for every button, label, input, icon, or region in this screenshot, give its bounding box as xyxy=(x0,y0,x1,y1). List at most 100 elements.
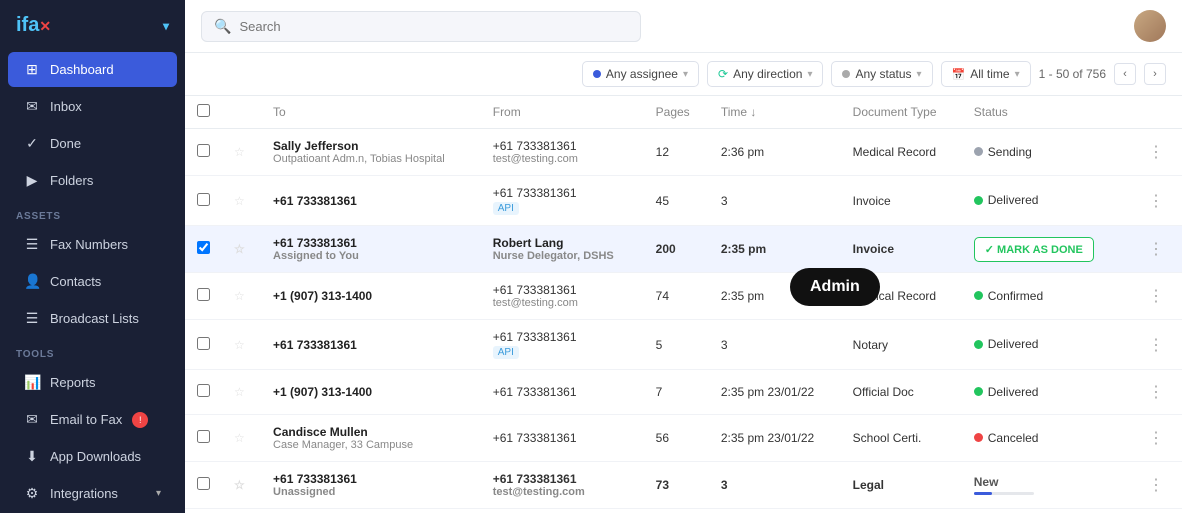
row-status-cell: Processing xyxy=(962,509,1124,513)
assignee-filter[interactable]: Any assignee ▾ xyxy=(582,61,699,87)
row-time-cell: 2:35 pm 23/01/22 xyxy=(709,415,841,462)
from-number: +61 733381361 xyxy=(493,139,632,153)
more-options-button[interactable]: ⋮ xyxy=(1142,473,1170,497)
more-options-button[interactable]: ⋮ xyxy=(1142,237,1170,261)
status-filter[interactable]: Any status ▾ xyxy=(831,61,932,87)
more-options-button[interactable]: ⋮ xyxy=(1142,189,1170,213)
more-options-button[interactable]: ⋮ xyxy=(1142,380,1170,404)
status-dot xyxy=(974,196,983,205)
sidebar-nav-item-folders[interactable]: ▶ Folders xyxy=(8,163,177,198)
from-name: Robert Lang xyxy=(493,236,632,250)
filter-bar: Any assignee ▾ ⟳ Any direction ▾ Any sta… xyxy=(185,53,1182,96)
row-star-cell: ☆ xyxy=(222,509,261,513)
search-box[interactable]: 🔍 xyxy=(201,11,641,42)
sidebar-logo[interactable]: ifa✕ ▾ xyxy=(0,0,185,51)
from-email: test@testing.com xyxy=(493,486,632,498)
row-star-cell: ☆ xyxy=(222,129,261,176)
direction-filter[interactable]: ⟳ Any direction ▾ xyxy=(707,61,823,87)
row-checkbox[interactable] xyxy=(197,241,210,254)
more-options-button[interactable]: ⋮ xyxy=(1142,140,1170,164)
sidebar-item-label: Broadcast Lists xyxy=(50,311,139,326)
row-checkbox[interactable] xyxy=(197,144,210,157)
star-icon[interactable]: ☆ xyxy=(234,145,245,159)
row-checkbox[interactable] xyxy=(197,477,210,490)
status-badge: New xyxy=(974,475,1112,489)
to-name: Sally Jefferson xyxy=(273,139,469,153)
status-text: Delivered xyxy=(988,337,1039,351)
row-checkbox[interactable] xyxy=(197,193,210,206)
search-icon: 🔍 xyxy=(214,18,231,35)
star-icon[interactable]: ☆ xyxy=(234,289,245,303)
sidebar-item-label: Email to Fax xyxy=(50,412,122,427)
row-star-cell: ☆ xyxy=(222,273,261,320)
avatar xyxy=(1134,10,1166,42)
select-all-checkbox[interactable] xyxy=(197,104,210,117)
sidebar-nav-item-inbox[interactable]: ✉ Inbox xyxy=(8,89,177,124)
direction-chevron-icon: ▾ xyxy=(807,69,812,80)
row-time-cell: 2:36 pm xyxy=(709,129,841,176)
sidebar-nav-item-contacts[interactable]: 👤 Contacts xyxy=(8,264,177,299)
status-dot xyxy=(974,147,983,156)
broadcast-icon: ☰ xyxy=(24,310,40,327)
row-time-cell: 3 xyxy=(709,320,841,370)
sidebar-nav-item-fax-numbers[interactable]: ☰ Fax Numbers xyxy=(8,227,177,262)
status-dot xyxy=(974,387,983,396)
star-icon[interactable]: ☆ xyxy=(234,194,245,208)
sidebar-nav-item-email-to-fax[interactable]: ✉ Email to Fax ! xyxy=(8,402,177,437)
row-actions-cell: ⋮ xyxy=(1124,370,1182,415)
sidebar-nav-item-reports[interactable]: 📊 Reports xyxy=(8,365,177,400)
star-icon[interactable]: ☆ xyxy=(234,478,245,492)
sidebar-item-label: Inbox xyxy=(50,99,82,114)
table-row: ☆Candisce MullenCase Manager, 33 Campuse… xyxy=(185,415,1182,462)
row-pages-cell: 56 xyxy=(644,415,709,462)
row-pages-cell: 200 xyxy=(644,226,709,273)
sidebar-item-label: Integrations xyxy=(50,486,118,501)
row-doc-type-cell: Notary xyxy=(841,320,962,370)
api-badge: API xyxy=(493,202,519,215)
more-options-button[interactable]: ⋮ xyxy=(1142,426,1170,450)
row-from-cell: +61 733381361test@testing.com xyxy=(481,129,644,176)
row-checkbox[interactable] xyxy=(197,337,210,350)
star-icon[interactable]: ☆ xyxy=(234,431,245,445)
row-from-cell: +61 733381361API xyxy=(481,176,644,226)
sidebar-chevron-icon[interactable]: ▾ xyxy=(163,19,169,33)
sidebar-nav-item-integrations[interactable]: ⚙ Integrations ▾ xyxy=(8,476,177,511)
to-sub: Unassigned xyxy=(273,486,469,498)
row-doc-type-cell: Official Doc xyxy=(841,370,962,415)
next-page-button[interactable]: › xyxy=(1144,63,1166,85)
row-actions: ⋮ xyxy=(1136,473,1170,497)
sidebar-nav-item-done[interactable]: ✓ Done xyxy=(8,126,177,161)
row-pages-cell: 74 xyxy=(644,273,709,320)
row-checkbox[interactable] xyxy=(197,430,210,443)
status-dot xyxy=(842,70,850,78)
sidebar-nav-item-dashboard[interactable]: ⊞ Dashboard xyxy=(8,52,177,87)
row-checkbox[interactable] xyxy=(197,288,210,301)
api-badge: API xyxy=(493,346,519,359)
sidebar-item-label: Reports xyxy=(50,375,96,390)
row-checkbox-cell xyxy=(185,129,222,176)
sidebar-nav-item-broadcast-lists[interactable]: ☰ Broadcast Lists xyxy=(8,301,177,336)
header-pages: Pages xyxy=(644,96,709,129)
sidebar-nav-item-app-downloads[interactable]: ⬇ App Downloads xyxy=(8,439,177,474)
inbox-icon: ✉ xyxy=(24,98,40,115)
time-label: All time xyxy=(970,67,1009,81)
more-options-button[interactable]: ⋮ xyxy=(1142,284,1170,308)
sidebar-item-label: Dashboard xyxy=(50,62,114,77)
more-options-button[interactable]: ⋮ xyxy=(1142,333,1170,357)
search-input[interactable] xyxy=(239,19,628,34)
row-doc-type-cell: School Certi. xyxy=(841,415,962,462)
time-filter[interactable]: 📅 All time ▾ xyxy=(941,61,1031,87)
star-icon[interactable]: ☆ xyxy=(234,338,245,352)
table-row: ☆Sally JeffersonOutpatioant Adm.n, Tobia… xyxy=(185,129,1182,176)
from-email: test@testing.com xyxy=(493,297,632,309)
star-icon[interactable]: ☆ xyxy=(234,385,245,399)
star-icon[interactable]: ☆ xyxy=(234,242,245,256)
header-status: Status xyxy=(962,96,1124,129)
row-checkbox[interactable] xyxy=(197,384,210,397)
prev-page-button[interactable]: ‹ xyxy=(1114,63,1136,85)
row-checkbox-cell xyxy=(185,176,222,226)
assignee-dot xyxy=(593,70,601,78)
section-tools: TOOLS xyxy=(0,337,185,364)
row-time-cell: 2:35 pm xyxy=(709,226,841,273)
mark-as-done-button[interactable]: ✓ MARK AS DONE xyxy=(974,237,1094,262)
